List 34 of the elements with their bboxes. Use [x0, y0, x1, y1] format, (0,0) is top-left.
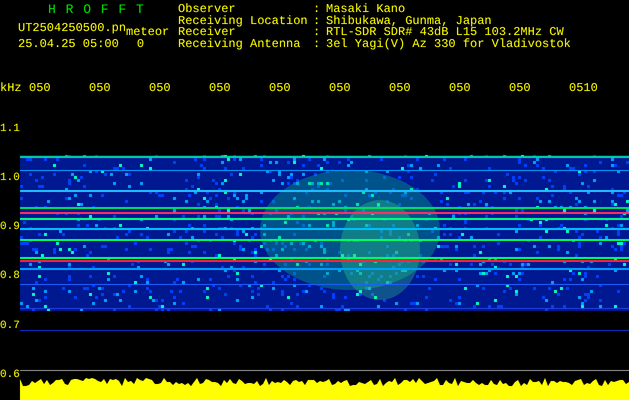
time-label: 050	[329, 81, 351, 96]
axis-unit: kHz	[0, 83, 23, 95]
info-label: Receiving Antenna	[178, 38, 302, 50]
info-value: 3el Yagi(V) Az 330 for Vladivostok	[326, 38, 571, 50]
info-label: Receiver	[178, 27, 236, 38]
axis-tick-label: 0.7	[0, 320, 20, 332]
date-time: 25.04.25 05:00	[18, 39, 119, 50]
info-value: Shibukawa, Gunma, Japan	[326, 16, 492, 27]
axis-tick-label: 0.9	[0, 222, 20, 234]
time-label: 050	[149, 81, 171, 96]
info-label: Receiving Location	[178, 16, 309, 27]
time-label: 050	[269, 81, 291, 96]
time-label: 050	[29, 81, 51, 96]
file-name: UT2504250500.pn	[18, 23, 126, 34]
field-value: 0	[136, 39, 144, 50]
axis-tick-label: 1.0	[0, 173, 20, 184]
tag-label: meteor	[126, 27, 170, 38]
axis-tick-label: 0.8	[0, 271, 20, 283]
time-label: 0510	[569, 81, 598, 96]
time-label: 050	[449, 81, 471, 96]
info-value: RTL-SDR SDR# 43dB L15 103.2MHz CW	[326, 27, 564, 38]
time-label: 050	[509, 81, 531, 96]
time-label: 050	[389, 81, 411, 96]
time-label: 050	[209, 81, 231, 96]
app-title: H R O F F T	[47, 4, 146, 16]
info-separator: :	[313, 16, 322, 27]
time-label: 050	[89, 81, 111, 96]
info-value: Masaki Kano	[326, 4, 406, 16]
info-separator: :	[313, 27, 322, 38]
info-separator: :	[313, 4, 322, 16]
info-separator: :	[313, 38, 322, 50]
axis-tick-label: 1.1	[0, 124, 20, 136]
axis-tick-label: 0.6	[0, 370, 20, 382]
info-label: Observer	[178, 4, 236, 16]
